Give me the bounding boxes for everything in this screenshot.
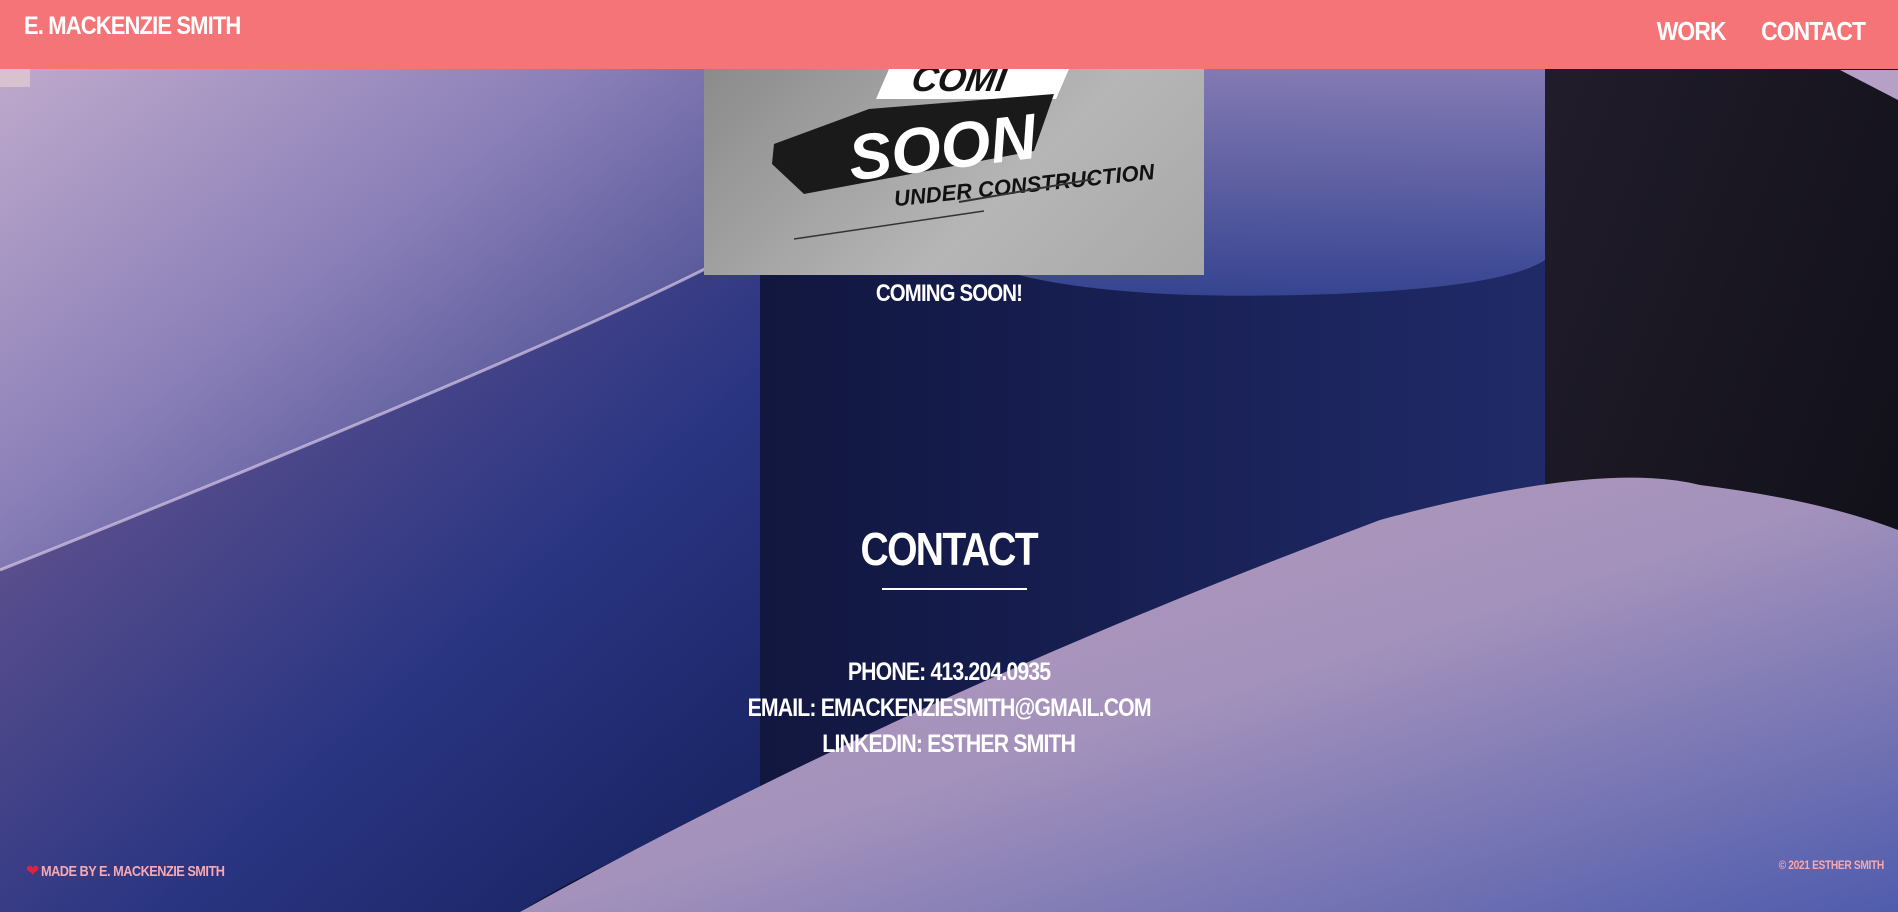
contact-info: PHONE: 413.204.0935 EMAIL: EMACKENZIESMI… <box>0 654 1898 762</box>
coming-soon-caption: COMING SOON! <box>875 280 1023 307</box>
email-line[interactable]: EMAIL: EMACKENZIESMITH@GMAIL.COM <box>0 690 1898 726</box>
heading-underline <box>882 588 1027 590</box>
brand-link[interactable]: E. MACKENZIE SMITH <box>24 12 241 41</box>
main-nav: WORK CONTACT <box>1652 16 1873 47</box>
site-header: E. MACKENZIE SMITH WORK CONTACT <box>0 0 1898 69</box>
under-construction-sign: COMI SOON UNDER CONSTRUCTION <box>772 69 1157 240</box>
heart-icon: ❤ <box>26 863 39 880</box>
contact-heading: CONTACT <box>860 523 1039 575</box>
nav-contact[interactable]: CONTACT <box>1761 16 1866 47</box>
sign-top-text: COMI <box>909 69 1011 99</box>
nav-work[interactable]: WORK <box>1656 16 1726 47</box>
coming-soon-image: COMI SOON UNDER CONSTRUCTION <box>704 69 1204 275</box>
footer-copyright: © 2021 ESTHER SMITH <box>1778 858 1885 872</box>
linkedin-line[interactable]: LINKEDIN: ESTHER SMITH <box>0 726 1898 762</box>
footer-credit: ❤ MADE BY E. MACKENZIE SMITH <box>26 862 225 881</box>
phone-line: PHONE: 413.204.0935 <box>847 658 1051 686</box>
